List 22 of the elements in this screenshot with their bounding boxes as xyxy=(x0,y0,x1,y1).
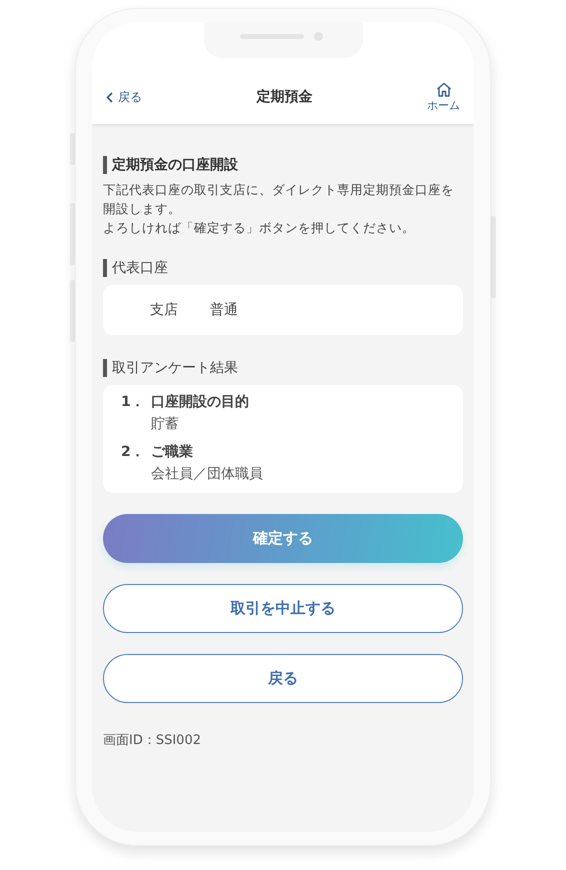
description-text: よろしければ「確定する」ボタンを押してください。 xyxy=(103,219,416,237)
survey-answer: 貯蓄 xyxy=(151,415,180,433)
action-button[interactable]: 戻る xyxy=(103,654,463,703)
item-number: 2． xyxy=(121,443,146,461)
screen-title: 定期預金 xyxy=(255,88,314,106)
action-button[interactable]: 取引を中止する xyxy=(103,584,463,633)
screen-id: 画面ID：SSI002 xyxy=(103,732,202,749)
item-number: 1． xyxy=(121,393,146,411)
back-button[interactable]: 戻る xyxy=(106,88,142,106)
home-button[interactable]: ホーム xyxy=(427,82,460,112)
survey-answer: 会社員／団体職員 xyxy=(151,465,264,483)
description-text: 下記代表口座の取引支店に、ダイレクト専用定期預金口座を開設します。 xyxy=(103,181,455,218)
chevron-left-icon xyxy=(106,92,113,102)
survey-question: 口座開設の目的 xyxy=(151,393,250,411)
section-heading: 取引アンケート結果 xyxy=(112,359,238,377)
section-heading: 代表口座 xyxy=(112,259,168,277)
section-heading: 定期預金の口座開設 xyxy=(112,156,238,174)
survey-question: ご職業 xyxy=(151,443,194,461)
confirm-button[interactable]: 確定する xyxy=(103,514,463,563)
home-icon xyxy=(436,82,452,96)
account-type: 普通 xyxy=(210,301,238,319)
branch-label: 支店 xyxy=(150,301,178,319)
